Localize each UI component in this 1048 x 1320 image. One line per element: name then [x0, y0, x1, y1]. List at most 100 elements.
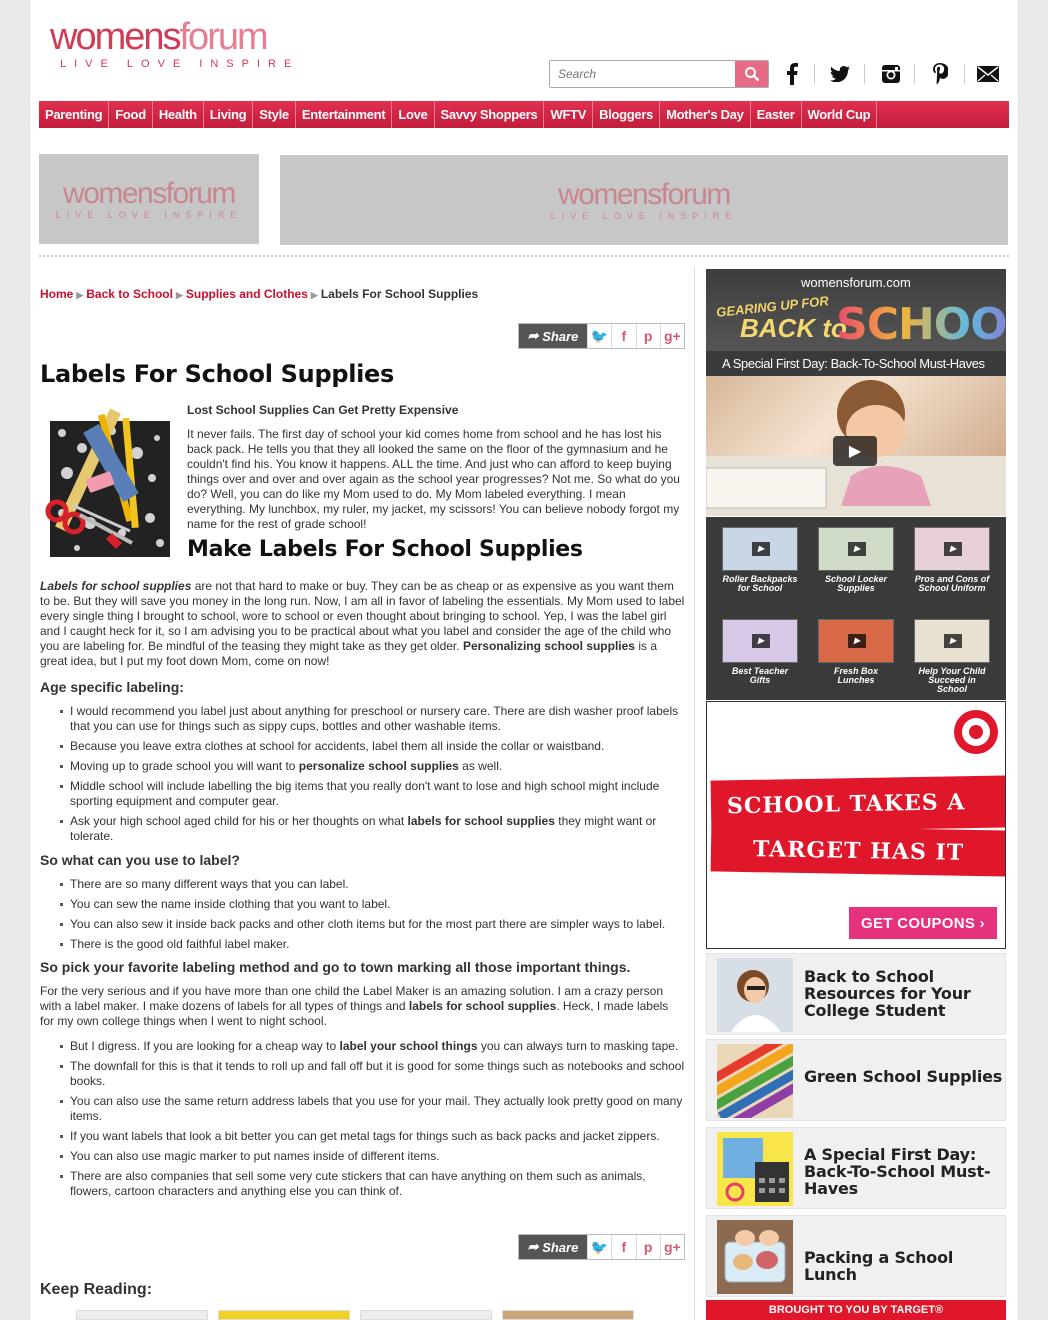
video-tile[interactable]: ▶ Fresh Box Lunches [818, 619, 894, 685]
keep-reading-thumb[interactable] [218, 1310, 350, 1320]
video-caption[interactable]: Pros and Cons of School Uniform [914, 575, 990, 593]
play-icon[interactable]: ▶ [752, 542, 770, 556]
share-button[interactable]: ➦ Share [519, 1235, 587, 1259]
video-tile[interactable]: ▶ Help Your Child Succeed in School [914, 619, 990, 694]
play-icon[interactable]: ▶ [833, 436, 877, 466]
video-tile[interactable]: ▶ Pros and Cons of School Uniform [914, 527, 990, 593]
video-tile[interactable]: ▶ School Locker Supplies [818, 527, 894, 593]
share-facebook-icon[interactable]: f [611, 324, 635, 348]
video-caption[interactable]: Fresh Box Lunches [818, 667, 894, 685]
nav-item-style[interactable]: Style [253, 101, 296, 128]
intro-paragraph: It never fails. The first day of school … [187, 427, 680, 531]
video-thumbnail[interactable]: ▶ [914, 527, 990, 571]
video-grid: ▶ Roller Backpacks for School ▶ School Lock… [706, 517, 1006, 700]
instagram-icon[interactable] [876, 60, 906, 88]
related-title[interactable]: Packing a School Lunch [804, 1249, 1005, 1283]
video-caption[interactable]: Help Your Child Succeed in School [914, 667, 990, 694]
nav-item-savvy-shoppers[interactable]: Savvy Shoppers [435, 101, 545, 128]
play-icon[interactable]: ▶ [752, 634, 770, 648]
list-item: Ask your high school aged child for his … [60, 814, 685, 844]
nav-item-easter[interactable]: Easter [751, 101, 802, 128]
logo-tagline: LIVE LOVE INSPIRE [60, 58, 300, 70]
search-input[interactable] [550, 61, 735, 87]
article-title: Labels For School Supplies [40, 360, 395, 388]
video-tile[interactable]: ▶ Best Teacher Gifts [722, 619, 798, 685]
bts-caption[interactable]: A Special First Day: Back-To-School Must… [706, 351, 1006, 376]
breadcrumb-supplies[interactable]: Supplies and Clothes [186, 287, 308, 301]
play-icon[interactable]: ▶ [848, 542, 866, 556]
related-title[interactable]: Back to School Resources for Your Colleg… [804, 968, 1005, 1019]
sponsor-banner[interactable]: BROUGHT TO YOU BY TARGET® [706, 1300, 1006, 1320]
logo-wordmark: womensforum [50, 18, 299, 56]
share-twitter-icon[interactable]: 🐦 [587, 1235, 611, 1259]
related-item[interactable]: A Special First Day: Back-To-School Must… [706, 1127, 1006, 1209]
share-pinterest-icon[interactable]: p [635, 324, 660, 348]
related-item[interactable]: Back to School Resources for Your Colleg… [706, 953, 1006, 1035]
bts-school: SCHOOL [836, 299, 1006, 350]
play-icon[interactable]: ▶ [848, 634, 866, 648]
search-button[interactable] [735, 61, 768, 87]
list-item: There are so many different ways that yo… [60, 877, 685, 892]
share-twitter-icon[interactable]: 🐦 [587, 324, 611, 348]
target-headline-1: SCHOOL TAKES A LOT. [710, 775, 1005, 871]
play-icon[interactable]: ▶ [944, 634, 962, 648]
bts-header: womensforum.com GEARING UP FOR BACK to S… [706, 269, 1006, 351]
share-googleplus-icon[interactable]: g+ [659, 324, 684, 348]
list-item: Moving up to grade school you will want … [60, 759, 685, 774]
labels-link[interactable]: Labels for school supplies [40, 579, 191, 593]
related-item[interactable]: Green School Supplies [706, 1039, 1006, 1121]
bts-site: womensforum.com [801, 275, 911, 290]
facebook-icon[interactable] [777, 60, 807, 88]
video-thumbnail[interactable]: ▶ [722, 527, 798, 571]
breadcrumb-home[interactable]: Home [40, 287, 73, 301]
video-caption[interactable]: School Locker Supplies [818, 575, 894, 593]
nav-item-wftv[interactable]: WFTV [544, 101, 594, 128]
video-thumbnail[interactable]: ▶ [818, 619, 894, 663]
back-to-school-widget[interactable]: womensforum.com GEARING UP FOR BACK to S… [706, 269, 1006, 516]
share-button[interactable]: ➦ Share [519, 324, 587, 348]
breadcrumb-back-to-school[interactable]: Back to School [86, 287, 173, 301]
nav-item-world-cup[interactable]: World Cup [802, 101, 878, 128]
keep-reading-thumb[interactable] [502, 1310, 634, 1320]
video-caption[interactable]: Roller Backpacks for School [722, 575, 798, 593]
nav-item-entertainment[interactable]: Entertainment [296, 101, 393, 128]
related-title[interactable]: A Special First Day: Back-To-School Must… [804, 1146, 1005, 1197]
video-tile[interactable]: ▶ Roller Backpacks for School [722, 527, 798, 593]
ad-banner-leaderboard[interactable]: womensforum LIVE LOVE INSPIRE [280, 155, 1008, 245]
target-ad[interactable]: SCHOOL TAKES A LOT. TARGET HAS IT ALL. G… [706, 701, 1006, 949]
share-pinterest-icon[interactable]: p [635, 1235, 660, 1259]
nav-item-bloggers[interactable]: Bloggers [593, 101, 661, 128]
keep-reading-thumb[interactable] [76, 1310, 208, 1320]
related-title[interactable]: Green School Supplies [804, 1068, 1002, 1085]
email-icon[interactable] [973, 60, 1003, 88]
bts-video-thumbnail[interactable]: ▶ [706, 376, 1006, 516]
nav-item-food[interactable]: Food [109, 101, 153, 128]
play-icon[interactable]: ▶ [944, 542, 962, 556]
age-list: I would recommend you label just about a… [40, 704, 685, 844]
article-body: Labels for school supplies are not that … [40, 579, 685, 1204]
twitter-icon[interactable] [825, 60, 855, 88]
video-thumbnail[interactable]: ▶ [818, 527, 894, 571]
ad-banner-small[interactable]: womensforum LIVE LOVE INSPIRE [39, 154, 259, 244]
video-thumbnail[interactable]: ▶ [722, 619, 798, 663]
paragraph-2: For the very serious and if you have mor… [40, 984, 669, 1028]
nav-item-mother-s-day[interactable]: Mother's Day [660, 101, 751, 128]
ad-logo: womensforum LIVE LOVE INSPIRE [550, 177, 738, 221]
nav-item-health[interactable]: Health [153, 101, 204, 128]
site-logo[interactable]: womensforum LIVE LOVE INSPIRE [50, 18, 299, 70]
related-item[interactable]: Packing a School Lunch [706, 1215, 1006, 1297]
pinterest-icon[interactable] [925, 60, 955, 88]
nav-item-living[interactable]: Living [204, 101, 254, 128]
nav-item-parenting[interactable]: Parenting [39, 101, 110, 128]
list-item: You can also use the same return address… [60, 1094, 685, 1124]
share-facebook-icon[interactable]: f [611, 1235, 635, 1259]
share-googleplus-icon[interactable]: g+ [659, 1235, 684, 1259]
video-thumbnail[interactable]: ▶ [914, 619, 990, 663]
get-coupons-button[interactable]: GET COUPONS › [849, 907, 997, 939]
share-bar-bottom: ➦ Share 🐦 f p g+ [518, 1234, 685, 1260]
list-item: You can sew the name inside clothing tha… [60, 897, 685, 912]
keep-reading-thumb[interactable] [360, 1310, 492, 1320]
ad-logo: womensforum LIVE LOVE INSPIRE [55, 176, 243, 220]
video-caption[interactable]: Best Teacher Gifts [722, 667, 798, 685]
nav-item-love[interactable]: Love [392, 101, 435, 128]
